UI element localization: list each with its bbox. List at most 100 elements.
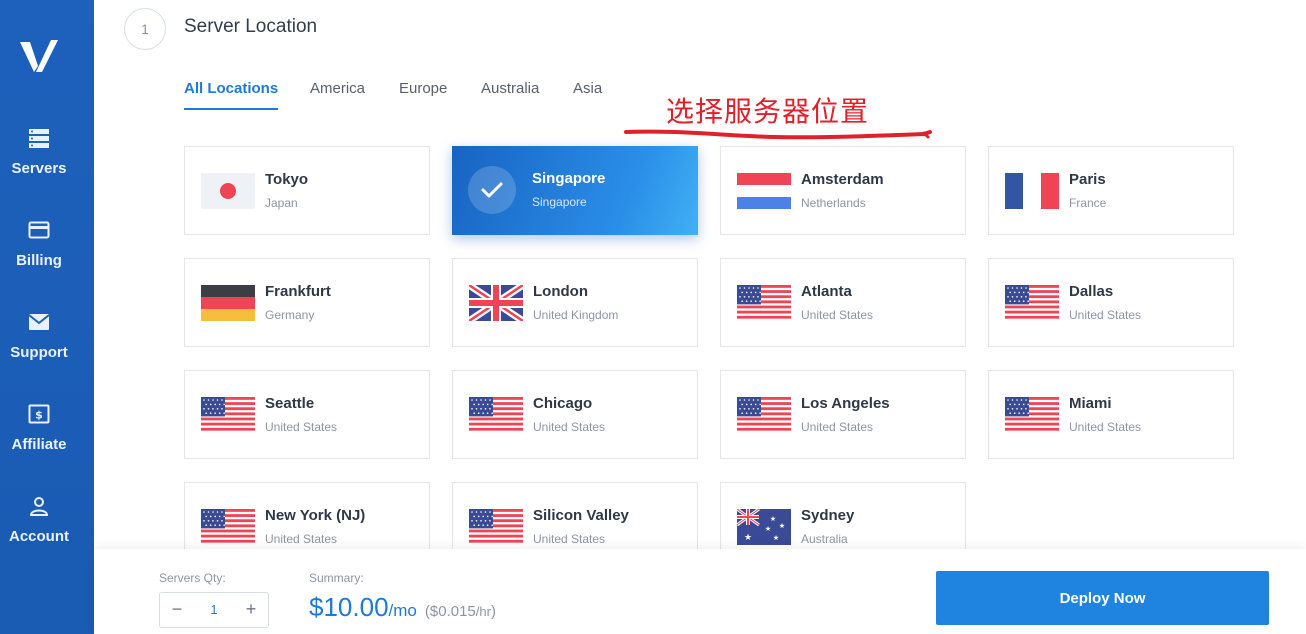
location-city: Sydney	[801, 507, 855, 524]
servers-qty-label: Servers Qty:	[159, 571, 226, 585]
location-card-los-angeles[interactable]: Los Angeles United States	[720, 370, 966, 459]
us-flag	[1005, 397, 1059, 433]
location-city: Paris	[1069, 171, 1106, 188]
hourly-price-value: $0.015	[429, 603, 476, 620]
affiliate-icon: $	[28, 404, 50, 424]
location-country: United States	[801, 308, 874, 322]
summary-label: Summary:	[309, 571, 364, 585]
nav-label-billing: Billing	[16, 252, 62, 269]
tab-america[interactable]: America	[310, 80, 365, 97]
quantity-stepper: − 1 +	[159, 592, 269, 628]
qty-input[interactable]: 1	[194, 593, 234, 627]
location-city: Tokyo	[265, 171, 309, 188]
netherlands-flag	[737, 173, 791, 209]
uk-flag	[469, 285, 523, 321]
location-country: France	[1069, 196, 1107, 210]
location-country: United States	[1069, 308, 1142, 322]
svg-text:★: ★	[779, 522, 785, 530]
location-card-frankfurt[interactable]: Frankfurt Germany	[184, 258, 430, 347]
location-city: Frankfurt	[265, 283, 331, 300]
location-city: Miami	[1069, 395, 1112, 412]
monthly-price-unit: /mo	[388, 601, 417, 620]
billing-icon	[28, 221, 50, 239]
monthly-price: $10.00	[309, 592, 389, 622]
location-country: Australia	[801, 532, 848, 546]
us-flag	[1005, 285, 1059, 321]
france-flag	[1005, 173, 1059, 209]
location-card-miami[interactable]: Miami United States	[988, 370, 1234, 459]
annotation-underline	[624, 129, 932, 140]
location-country: United States	[533, 532, 606, 546]
location-city: New York (NJ)	[265, 507, 366, 524]
support-icon	[28, 314, 50, 330]
location-country: United States	[801, 420, 874, 434]
us-flag	[469, 509, 523, 545]
check-icon	[481, 182, 503, 198]
nav-label-account: Account	[9, 528, 69, 545]
location-city: Amsterdam	[801, 171, 884, 188]
location-country: Japan	[265, 196, 298, 210]
nav-label-servers: Servers	[11, 160, 67, 177]
germany-flag	[201, 285, 255, 321]
location-city: Silicon Valley	[533, 507, 629, 524]
step-title: Server Location	[184, 16, 318, 37]
location-country: Netherlands	[801, 196, 866, 210]
order-footer: Servers Qty: − 1 + Summary: $10.00/mo ($0…	[94, 549, 1306, 634]
location-card-singapore[interactable]: Singapore Singapore	[452, 146, 698, 235]
location-city: Singapore	[532, 170, 606, 187]
australia-flag: ★ ★ ★ ★ ★	[737, 509, 791, 545]
us-flag	[737, 285, 791, 321]
tab-australia[interactable]: Australia	[481, 80, 539, 97]
nav-label-affiliate: Affiliate	[11, 436, 67, 453]
location-country: United States	[1069, 420, 1142, 434]
price-summary: $10.00/mo ($0.015/hr)	[309, 592, 496, 623]
japan-flag	[201, 173, 255, 209]
location-card-london[interactable]: London United Kingdom	[452, 258, 698, 347]
location-city: Chicago	[533, 395, 593, 412]
svg-text:★: ★	[770, 515, 776, 523]
step-number: 1	[124, 8, 166, 50]
sidebar: Servers Billing Support $ Affiliate Acco…	[0, 0, 94, 634]
location-country: United Kingdom	[533, 308, 619, 322]
deploy-now-button[interactable]: Deploy Now	[936, 571, 1269, 625]
servers-icon	[29, 129, 49, 148]
nav-item-affiliate[interactable]: $ Affiliate	[0, 402, 78, 453]
location-city: London	[533, 283, 588, 300]
hourly-price: ($0.015/hr)	[425, 603, 496, 620]
location-country: United States	[265, 420, 338, 434]
tab-asia[interactable]: Asia	[573, 80, 602, 97]
nav-item-billing[interactable]: Billing	[0, 218, 78, 269]
location-card-amsterdam[interactable]: Amsterdam Netherlands	[720, 146, 966, 235]
svg-text:$: $	[35, 409, 43, 422]
location-city: Atlanta	[801, 283, 852, 300]
tab-europe[interactable]: Europe	[399, 80, 447, 97]
location-country: Singapore	[532, 195, 587, 209]
location-city: Los Angeles	[801, 395, 890, 412]
us-flag	[737, 397, 791, 433]
svg-text:★: ★	[765, 525, 771, 533]
hourly-close-paren: )	[490, 603, 496, 620]
hourly-price-unit: /hr	[475, 604, 491, 619]
vultr-logo[interactable]	[19, 36, 59, 76]
us-flag	[201, 509, 255, 545]
svg-text:★: ★	[773, 534, 779, 542]
location-card-chicago[interactable]: Chicago United States	[452, 370, 698, 459]
location-city: Seattle	[265, 395, 315, 412]
nav-item-servers[interactable]: Servers	[0, 126, 78, 177]
nav-item-support[interactable]: Support	[0, 310, 78, 361]
location-card-dallas[interactable]: Dallas United States	[988, 258, 1234, 347]
location-card-seattle[interactable]: Seattle United States	[184, 370, 430, 459]
account-icon	[29, 497, 49, 516]
selected-indicator	[468, 166, 516, 214]
svg-text:★: ★	[744, 533, 752, 543]
nav-item-account[interactable]: Account	[0, 494, 78, 545]
tab-all-locations[interactable]: All Locations	[184, 80, 279, 110]
location-card-atlanta[interactable]: Atlanta United States	[720, 258, 966, 347]
location-card-tokyo[interactable]: Tokyo Japan	[184, 146, 430, 235]
qty-decrement-button[interactable]: −	[160, 593, 194, 627]
qty-increment-button[interactable]: +	[234, 593, 268, 627]
location-city: Dallas	[1069, 283, 1114, 300]
location-country: Germany	[265, 308, 315, 322]
us-flag	[201, 397, 255, 433]
location-card-paris[interactable]: Paris France	[988, 146, 1234, 235]
